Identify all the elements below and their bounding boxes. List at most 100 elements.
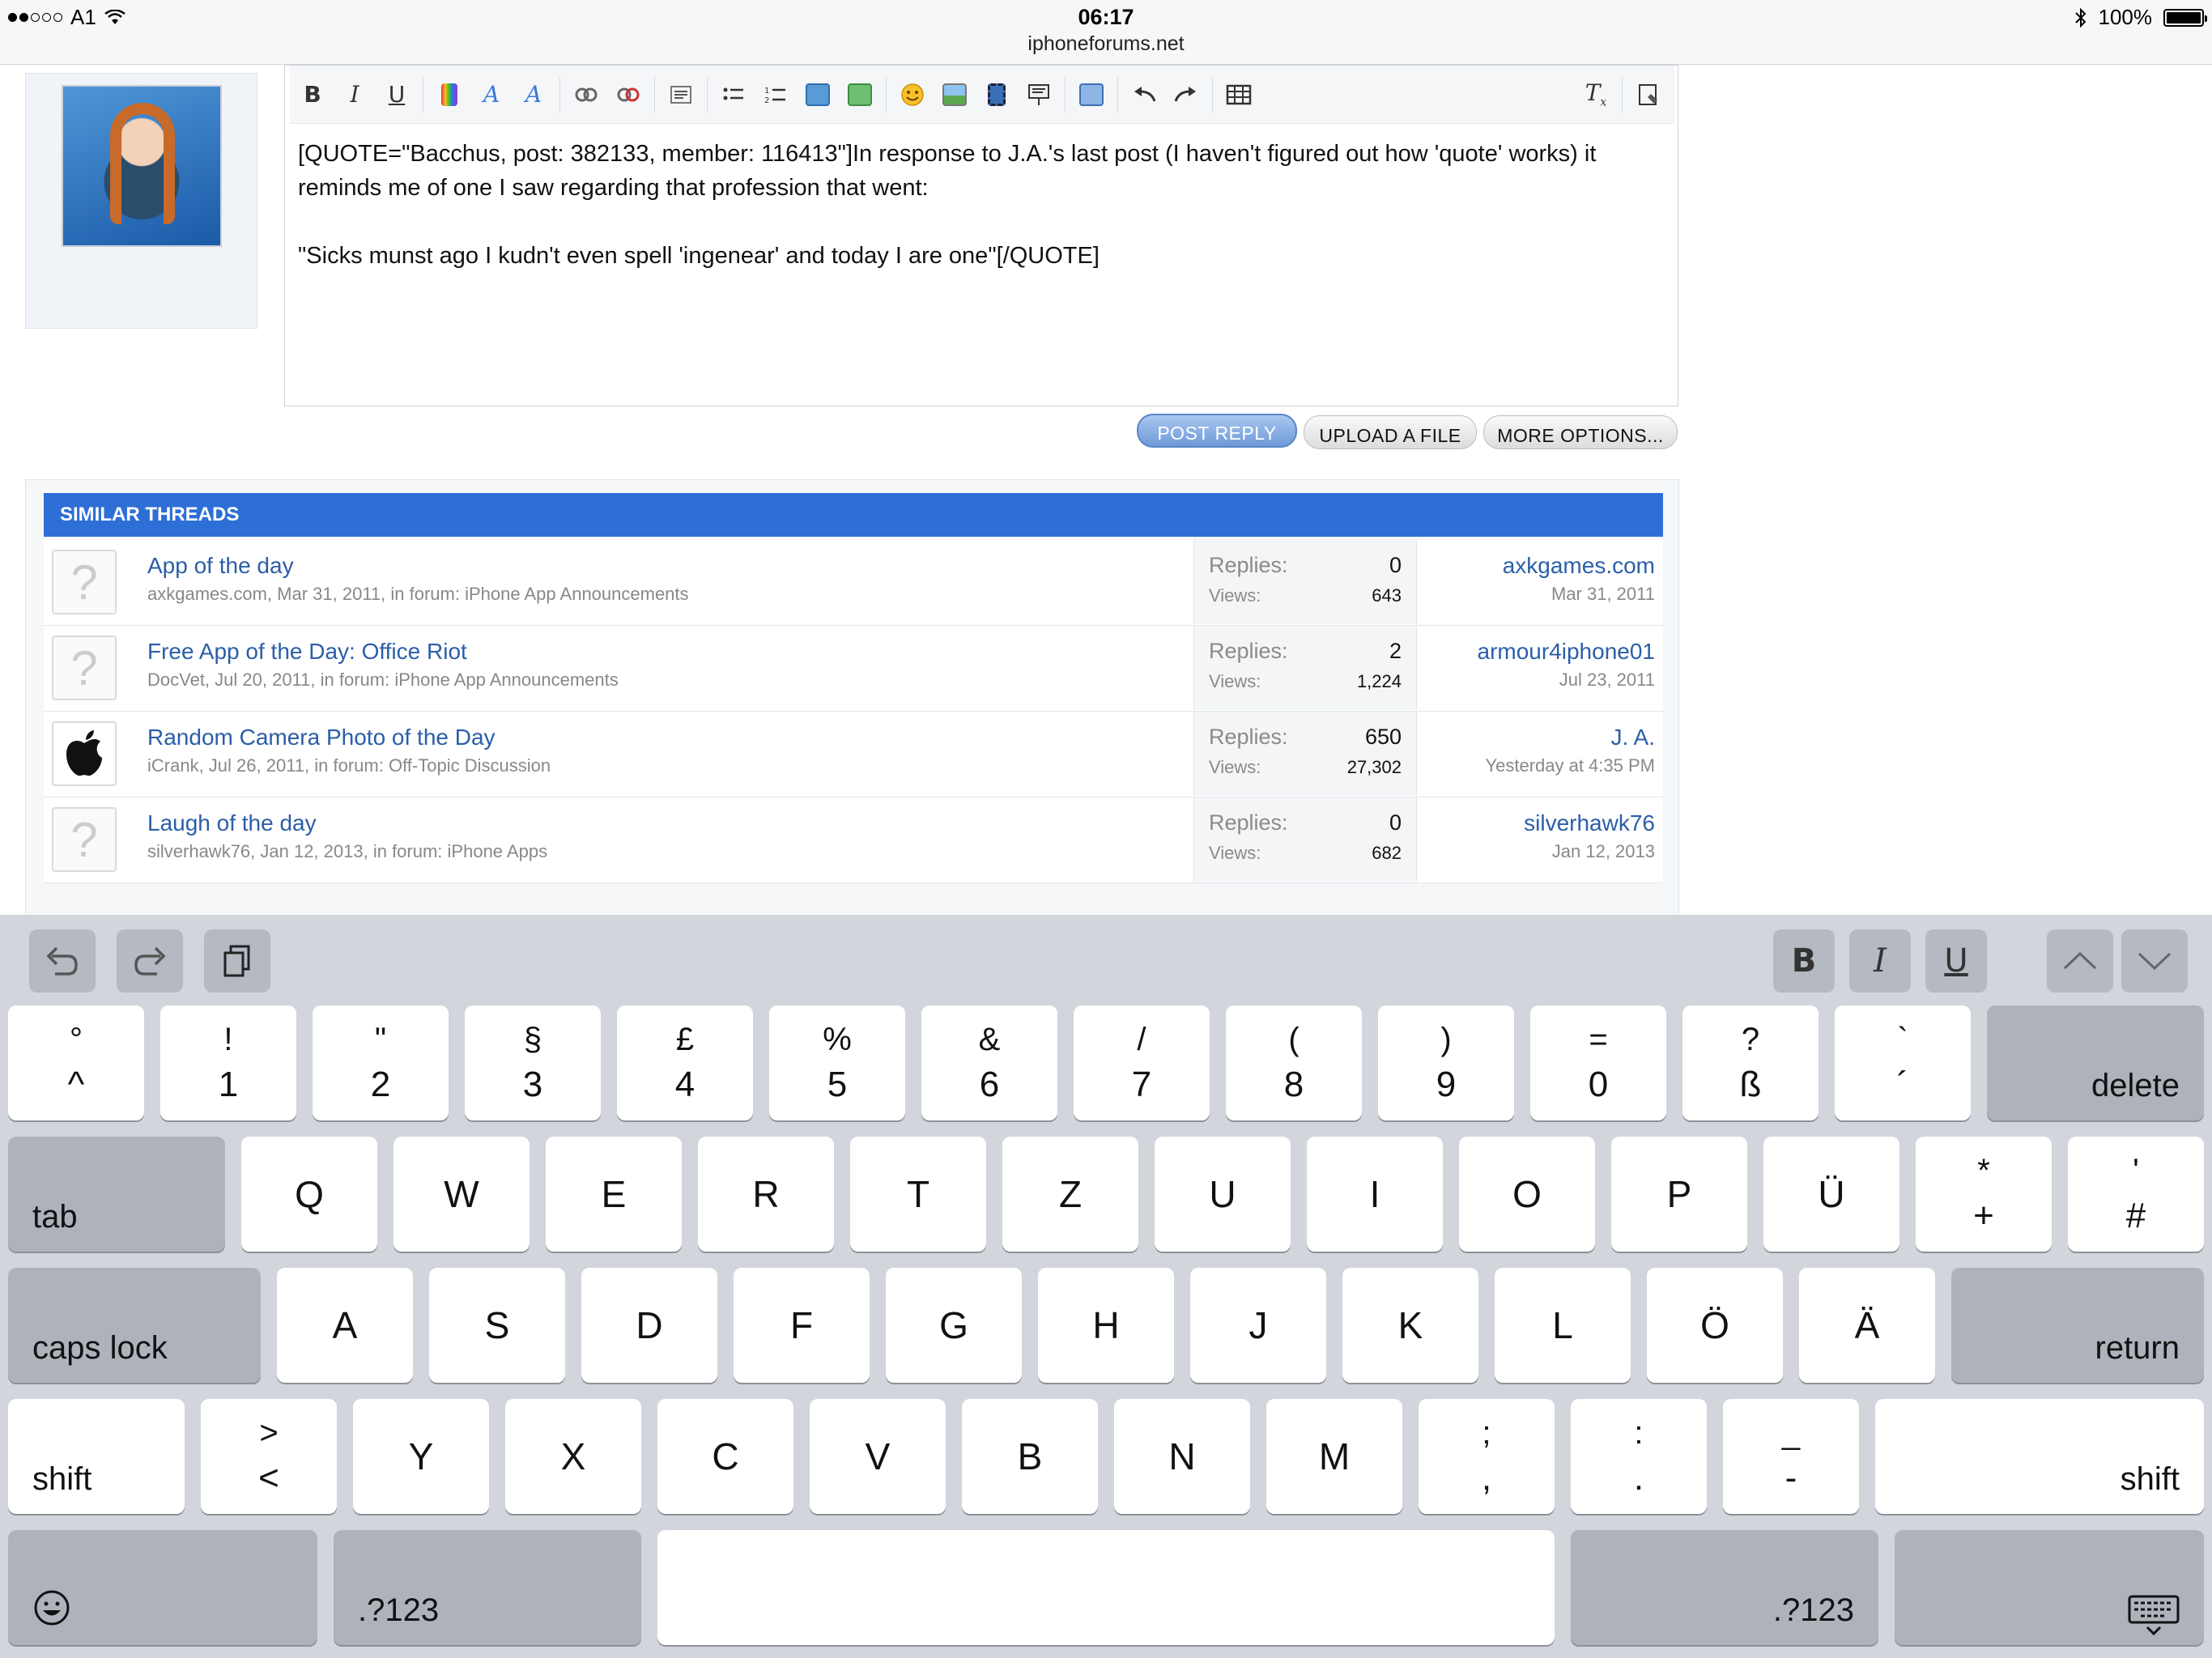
media-icon[interactable] — [981, 76, 1013, 113]
font-size-icon[interactable]: A — [475, 76, 508, 113]
right-shift-key[interactable]: shift — [1875, 1399, 2204, 1514]
numbered-list-icon[interactable]: 12 — [759, 76, 792, 113]
numbers-key-right[interactable]: .?123 — [1571, 1530, 1878, 1645]
key-0[interactable]: = 0 — [1530, 1005, 1666, 1120]
bullet-list-icon[interactable] — [717, 76, 750, 113]
align-icon[interactable] — [665, 76, 697, 113]
remove-format-icon[interactable]: Tx — [1580, 76, 1612, 113]
indent-icon[interactable] — [844, 76, 876, 113]
key-plus[interactable]: * + — [1916, 1137, 2052, 1252]
key-accent[interactable]: ` ´ — [1835, 1005, 1971, 1120]
thread-row[interactable]: ? Laugh of the day silverhawk76, Jan 12, … — [44, 797, 1663, 883]
keyboard-redo-button[interactable] — [117, 929, 183, 993]
text-color-icon[interactable] — [433, 76, 466, 113]
tab-key[interactable]: tab — [8, 1137, 225, 1252]
key-g[interactable]: G — [886, 1268, 1022, 1383]
key-4[interactable]: £4 — [617, 1005, 753, 1120]
key-a[interactable]: A — [277, 1268, 413, 1383]
key-q[interactable]: Q — [241, 1137, 377, 1252]
italic-button[interactable]: I — [338, 76, 371, 113]
smiley-icon[interactable] — [896, 76, 929, 113]
key-eszett[interactable]: ? ß — [1682, 1005, 1819, 1120]
thread-title[interactable]: Random Camera Photo of the Day — [147, 725, 551, 750]
key-less-than[interactable]: > < — [201, 1399, 337, 1514]
post-reply-button[interactable]: POST REPLY — [1137, 414, 1297, 448]
key-f[interactable]: F — [734, 1268, 870, 1383]
image-icon[interactable] — [938, 76, 971, 113]
more-options-button[interactable]: MORE OPTIONS... — [1483, 415, 1678, 449]
key-comma[interactable]: ;, — [1419, 1399, 1555, 1514]
key-u-umlaut[interactable]: Ü — [1763, 1137, 1899, 1252]
thread-title[interactable]: Free App of the Day: Office Riot — [147, 639, 619, 665]
key-t[interactable]: T — [850, 1137, 986, 1252]
key-y[interactable]: Y — [353, 1399, 489, 1514]
last-poster[interactable]: axkgames.com — [1503, 553, 1655, 579]
key-n[interactable]: N — [1114, 1399, 1250, 1514]
reply-editor[interactable]: B I U A A 12 Tx [QUOTE="Bacchus, post: 3… — [284, 65, 1678, 406]
key-e[interactable]: E — [546, 1137, 682, 1252]
keyboard-bold-button[interactable]: B — [1773, 929, 1835, 993]
key-hash[interactable]: ' # — [2068, 1137, 2204, 1252]
left-shift-key[interactable]: shift — [8, 1399, 185, 1514]
bold-button[interactable]: B — [296, 76, 329, 113]
save-draft-icon[interactable] — [1075, 76, 1108, 113]
key-b[interactable]: B — [962, 1399, 1098, 1514]
key-5[interactable]: % 5 — [769, 1005, 905, 1120]
toggle-bbcode-icon[interactable] — [1632, 76, 1665, 113]
key-z[interactable]: Z — [1002, 1137, 1138, 1252]
key-3[interactable]: § 3 — [465, 1005, 601, 1120]
key-d[interactable]: D — [581, 1268, 717, 1383]
key-8[interactable]: (8 — [1226, 1005, 1362, 1120]
keyboard-italic-button[interactable]: I — [1849, 929, 1911, 993]
editor-content[interactable]: [QUOTE="Bacchus, post: 382133, member: 1… — [298, 137, 1666, 273]
key-7[interactable]: /7 — [1074, 1005, 1210, 1120]
keyboard-underline-button[interactable]: U — [1925, 929, 1987, 993]
key-a-umlaut[interactable]: Ä — [1799, 1268, 1935, 1383]
last-poster[interactable]: armour4iphone01 — [1478, 639, 1656, 665]
previous-field-button[interactable] — [2047, 929, 2113, 993]
key-1[interactable]: ! 1 — [160, 1005, 296, 1120]
emoji-key[interactable] — [8, 1530, 317, 1645]
undo-icon[interactable] — [1128, 76, 1160, 113]
next-field-button[interactable] — [2121, 929, 2188, 993]
key-c[interactable]: C — [657, 1399, 793, 1514]
address-bar[interactable]: iphoneforums.net — [0, 32, 2212, 56]
key-w[interactable]: W — [393, 1137, 530, 1252]
font-family-icon[interactable]: A — [517, 76, 550, 113]
key-h[interactable]: H — [1038, 1268, 1174, 1383]
return-key[interactable]: return — [1951, 1268, 2204, 1383]
key-o-umlaut[interactable]: Ö — [1647, 1268, 1783, 1383]
link-icon[interactable] — [570, 76, 602, 113]
thread-title[interactable]: App of the day — [147, 553, 689, 579]
key-k[interactable]: K — [1342, 1268, 1478, 1383]
key-v[interactable]: V — [810, 1399, 946, 1514]
code-icon[interactable] — [1023, 76, 1055, 113]
key-6[interactable]: & 6 — [921, 1005, 1057, 1120]
table-icon[interactable] — [1223, 76, 1255, 113]
key-caret[interactable]: ° ^ — [8, 1005, 144, 1120]
thread-title[interactable]: Laugh of the day — [147, 810, 547, 836]
underline-button[interactable]: U — [381, 76, 413, 113]
key-u[interactable]: U — [1155, 1137, 1291, 1252]
key-j[interactable]: J — [1190, 1268, 1326, 1383]
upload-file-button[interactable]: UPLOAD A FILE — [1304, 415, 1477, 449]
key-o[interactable]: O — [1459, 1137, 1595, 1252]
space-bar[interactable] — [657, 1530, 1555, 1645]
last-poster[interactable]: silverhawk76 — [1524, 810, 1655, 836]
redo-icon[interactable] — [1170, 76, 1202, 113]
key-x[interactable]: X — [505, 1399, 641, 1514]
thread-row[interactable]: ? App of the day axkgames.com, Mar 31, 20… — [44, 540, 1663, 626]
keyboard-undo-button[interactable] — [29, 929, 96, 993]
numbers-key-left[interactable]: .?123 — [334, 1530, 641, 1645]
key-l[interactable]: L — [1495, 1268, 1631, 1383]
key-period[interactable]: :. — [1571, 1399, 1707, 1514]
key-hyphen[interactable]: _ - — [1723, 1399, 1859, 1514]
last-poster[interactable]: J. A. — [1485, 725, 1655, 750]
key-p[interactable]: P — [1611, 1137, 1747, 1252]
key-s[interactable]: S — [429, 1268, 565, 1383]
key-9[interactable]: ) 9 — [1378, 1005, 1514, 1120]
dismiss-keyboard-key[interactable] — [1895, 1530, 2204, 1645]
unlink-icon[interactable] — [612, 76, 644, 113]
key-r[interactable]: R — [698, 1137, 834, 1252]
key-2[interactable]: " 2 — [313, 1005, 449, 1120]
